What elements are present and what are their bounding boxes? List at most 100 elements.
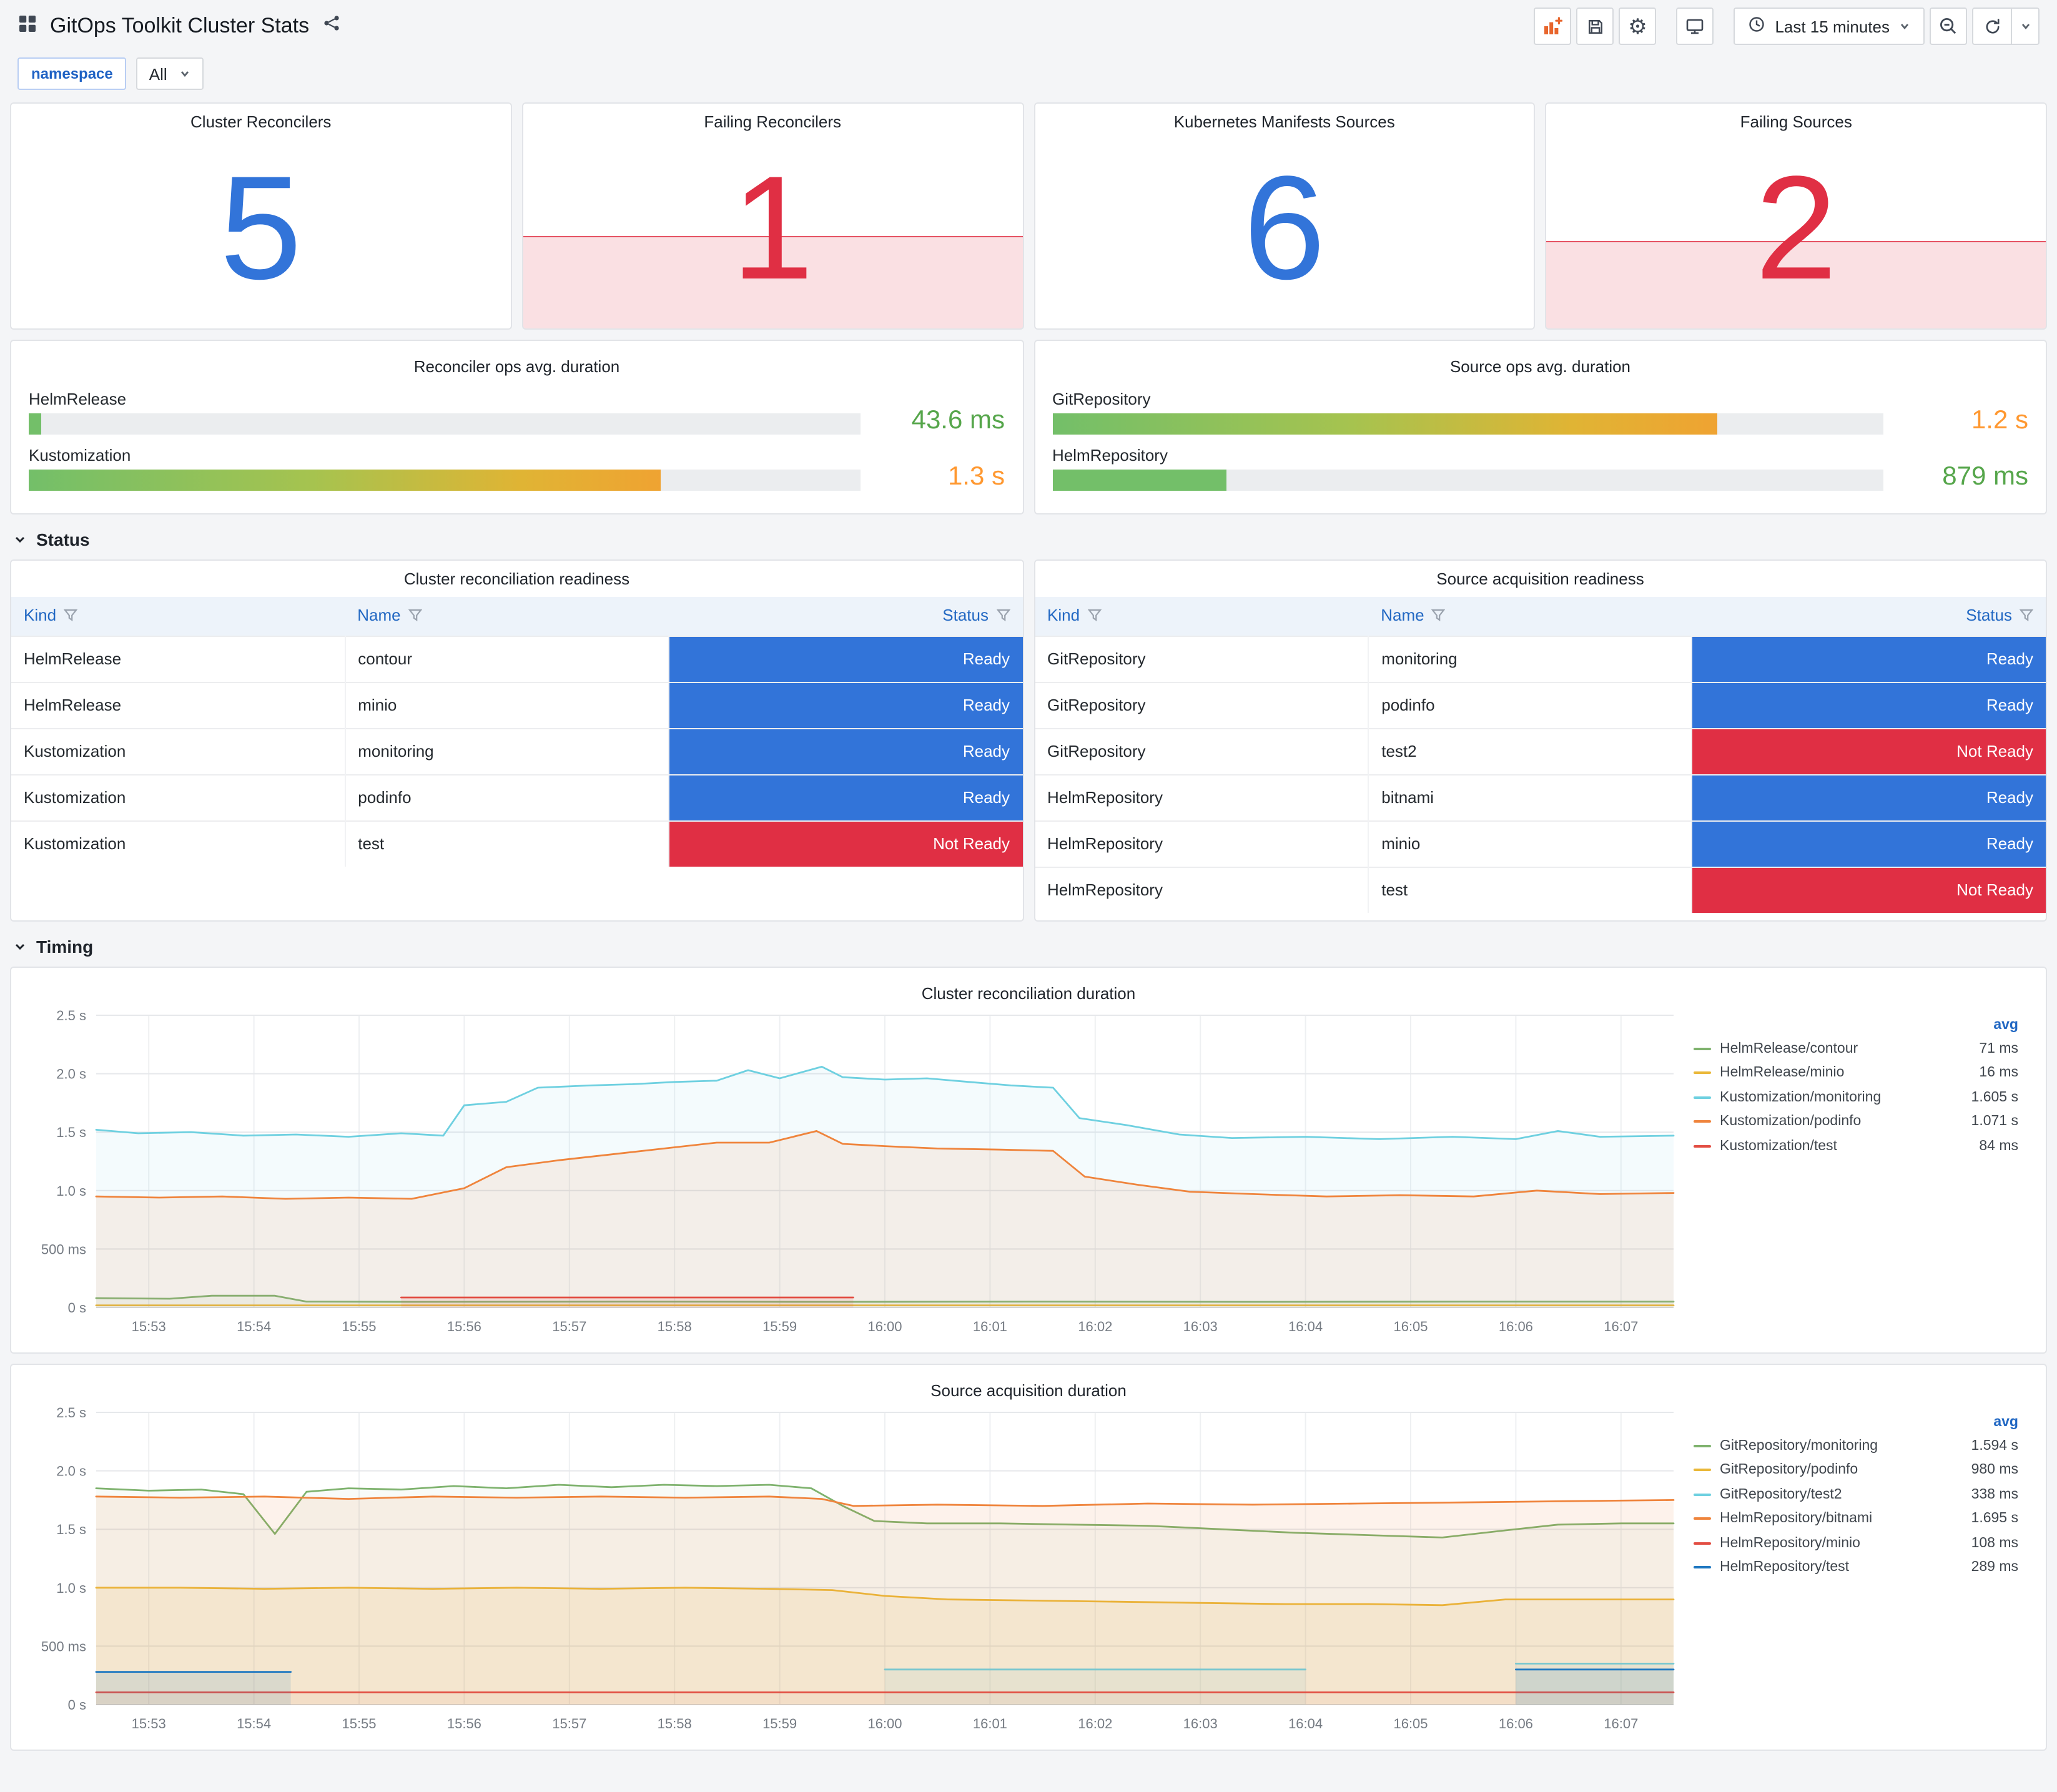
series-color-icon xyxy=(1694,1566,1711,1569)
svg-text:500 ms: 500 ms xyxy=(41,1638,86,1654)
save-dashboard-button[interactable] xyxy=(1576,7,1614,45)
refresh-interval-dropdown[interactable] xyxy=(2011,9,2038,44)
cell-status: Ready xyxy=(1692,681,2046,728)
svg-text:16:00: 16:00 xyxy=(867,1716,902,1731)
gauge-main: HelmRepository xyxy=(1052,446,1883,491)
column-header-name[interactable]: Name xyxy=(1368,597,1692,636)
svg-text:15:53: 15:53 xyxy=(132,1716,166,1731)
stat-value: 5 xyxy=(220,146,302,311)
legend-item-helmrelease-contour[interactable]: HelmRelease/contour 71 ms xyxy=(1694,1036,2018,1061)
gauge-value: 1.3 s xyxy=(947,461,1005,491)
legend-item-helmrepository-test[interactable]: HelmRepository/test 289 ms xyxy=(1694,1555,2018,1580)
panel-title[interactable]: Kubernetes Manifests Sources xyxy=(1035,104,1534,134)
legend-item-helmrelease-minio[interactable]: HelmRelease/minio 16 ms xyxy=(1694,1061,2018,1085)
cell-status: Ready xyxy=(668,774,1022,820)
column-header-kind[interactable]: Kind xyxy=(1035,597,1369,636)
svg-text:15:56: 15:56 xyxy=(447,1319,481,1334)
caret-down-icon xyxy=(15,943,25,950)
cycle-view-button[interactable] xyxy=(1676,7,1714,45)
variable-select-namespace[interactable]: All xyxy=(136,57,204,90)
legend-item-kustomization-test[interactable]: Kustomization/test 84 ms xyxy=(1694,1134,2018,1158)
filter-icon[interactable] xyxy=(995,608,1010,626)
svg-text:15:56: 15:56 xyxy=(447,1716,481,1731)
legend-item-gitrepository-monitoring[interactable]: GitRepository/monitoring 1.594 s xyxy=(1694,1434,2018,1458)
legend-series-avg: 338 ms xyxy=(1971,1487,2018,1502)
column-header-name[interactable]: Name xyxy=(345,597,669,636)
time-series-plot[interactable]: 0 s 500 ms 1.0 s 1.5 s 2.0 s 2.5 s 15:53 15:54 1… xyxy=(24,1402,1691,1740)
panel-title[interactable]: Source ops avg. duration xyxy=(1052,348,2028,378)
stats-row: Cluster Reconcilers 5 Failing Reconcilers 1… xyxy=(10,102,2047,330)
svg-text:15:57: 15:57 xyxy=(552,1319,586,1334)
refresh-button[interactable] xyxy=(1973,9,2011,44)
variable-value-namespace: All xyxy=(149,64,167,83)
dashboard-settings-button[interactable]: ⚙ xyxy=(1619,7,1657,45)
charts-column: Cluster reconciliation duration 0 s 500 ms… xyxy=(0,967,2057,1751)
svg-text:15:59: 15:59 xyxy=(762,1716,797,1731)
legend-series-name: Kustomization/monitoring xyxy=(1720,1090,1882,1105)
panel-title[interactable]: Reconciler ops avg. duration xyxy=(29,348,1005,378)
svg-text:16:01: 16:01 xyxy=(973,1319,1007,1334)
column-label: Status xyxy=(1966,606,2012,625)
section-status[interactable]: Status xyxy=(12,529,2045,549)
panel-title[interactable]: Failing Sources xyxy=(1547,104,2046,134)
legend-item-kustomization-monitoring[interactable]: Kustomization/monitoring 1.605 s xyxy=(1694,1085,2018,1110)
cell-name: bitnami xyxy=(1368,774,1693,820)
status-badge: Ready xyxy=(1692,682,2046,727)
legend-avg-header[interactable]: avg xyxy=(1694,1412,2018,1434)
filter-icon[interactable] xyxy=(408,608,422,626)
svg-text:16:05: 16:05 xyxy=(1393,1319,1428,1334)
zoom-out-button[interactable] xyxy=(1930,7,1967,45)
section-status-label: Status xyxy=(36,529,90,549)
time-range-picker[interactable]: Last 15 minutes xyxy=(1734,7,1925,45)
svg-text:15:54: 15:54 xyxy=(237,1716,271,1731)
gauge-row-gitrepository: GitRepository 1.2 s xyxy=(1052,390,2028,435)
panel-title[interactable]: Source acquisition readiness xyxy=(1035,561,2046,591)
column-header-kind[interactable]: Kind xyxy=(11,597,345,636)
add-panel-button[interactable] xyxy=(1534,7,1572,45)
cell-name: contour xyxy=(345,635,669,682)
column-header-status[interactable]: Status xyxy=(668,597,1022,636)
cell-name: monitoring xyxy=(345,727,669,774)
panel-title[interactable]: Source acquisition duration xyxy=(24,1372,2033,1402)
filter-icon[interactable] xyxy=(1087,608,1102,626)
share-icon[interactable] xyxy=(322,14,340,39)
gauge-row-helmrepository: HelmRepository 879 ms xyxy=(1052,446,2028,491)
table-row: Kustomization test Not Ready xyxy=(11,820,1022,866)
cell-name: podinfo xyxy=(1368,681,1693,728)
legend-item-helmrepository-bitnami[interactable]: HelmRepository/bitnami 1.695 s xyxy=(1694,1507,2018,1531)
panel-title[interactable]: Cluster reconciliation readiness xyxy=(11,561,1022,591)
filter-icon[interactable] xyxy=(1431,608,1446,626)
filter-icon[interactable] xyxy=(2019,608,2034,626)
panel-title[interactable]: Cluster Reconcilers xyxy=(11,104,511,134)
svg-text:15:58: 15:58 xyxy=(658,1319,692,1334)
panel-title[interactable]: Failing Reconcilers xyxy=(523,104,1023,134)
dashboards-grid-icon[interactable] xyxy=(17,13,37,39)
series-color-icon xyxy=(1694,1047,1711,1050)
legend-series-name: HelmRepository/minio xyxy=(1720,1535,1860,1551)
svg-text:16:07: 16:07 xyxy=(1604,1319,1638,1334)
legend-series-name: HelmRelease/contour xyxy=(1720,1041,1858,1056)
svg-text:500 ms: 500 ms xyxy=(41,1241,86,1257)
legend-series-name: GitRepository/podinfo xyxy=(1720,1462,1858,1478)
cell-kind: GitRepository xyxy=(1035,635,1369,682)
column-header-status[interactable]: Status xyxy=(1692,597,2046,636)
series-color-icon xyxy=(1694,1120,1711,1123)
legend-item-kustomization-podinfo[interactable]: Kustomization/podinfo 1.071 s xyxy=(1694,1110,2018,1134)
legend-item-gitrepository-podinfo[interactable]: GitRepository/podinfo 980 ms xyxy=(1694,1458,2018,1482)
section-timing[interactable]: Timing xyxy=(12,937,2045,957)
stat-panel-failing-reconcilers: Failing Reconcilers 1 xyxy=(521,102,1024,330)
panel-title[interactable]: Cluster reconciliation duration xyxy=(24,975,2033,1005)
svg-text:16:00: 16:00 xyxy=(867,1319,902,1334)
filter-icon[interactable] xyxy=(63,608,78,626)
gauge-label: HelmRelease xyxy=(29,390,127,408)
legend-item-gitrepository-test2[interactable]: GitRepository/test2 338 ms xyxy=(1694,1482,2018,1507)
panel-reconciler-ops-avg-duration: Reconciler ops avg. duration HelmRelease 4… xyxy=(10,340,1024,514)
column-label: Kind xyxy=(24,606,57,625)
time-series-plot[interactable]: 0 s 500 ms 1.0 s 1.5 s 2.0 s 2.5 s 15:53 15:54 1… xyxy=(24,1005,1691,1342)
legend-avg-header[interactable]: avg xyxy=(1694,1015,2018,1036)
gauge-bar xyxy=(1052,413,1717,435)
gauge-bar xyxy=(29,413,41,435)
svg-text:16:03: 16:03 xyxy=(1183,1716,1218,1731)
panel-source-ops-avg-duration: Source ops avg. duration GitRepository 1.2… xyxy=(1033,340,2047,514)
legend-item-helmrepository-minio[interactable]: HelmRepository/minio 108 ms xyxy=(1694,1531,2018,1555)
